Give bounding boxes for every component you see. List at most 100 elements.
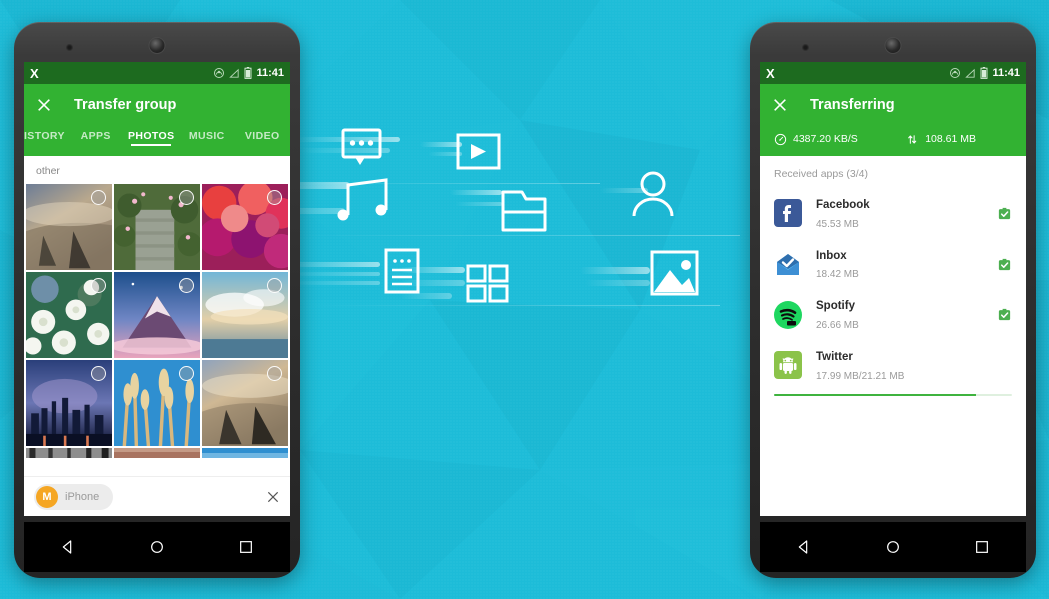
folder-icon [450,190,547,232]
inbox-icon [774,250,802,278]
app-row[interactable]: Facebook 45.53 MB [760,188,1026,239]
photo-thumb[interactable] [202,184,288,270]
app-size: 26.66 MB [816,320,859,332]
clock: 11:41 [256,67,284,79]
photo-thumb[interactable] [26,448,112,458]
photo-thumb[interactable] [202,360,288,446]
close-icon[interactable] [772,97,788,113]
proximity-sensor-icon [66,44,73,51]
clock: 11:41 [992,67,1020,79]
received-apps-label: Received apps (3/4) [774,168,868,180]
facebook-icon [774,199,802,228]
home-icon[interactable] [149,539,165,555]
photo-select-circle[interactable] [179,366,194,381]
app-size: 18.42 MB [816,269,859,281]
battery-icon [980,67,988,79]
photo-thumb[interactable] [114,360,200,446]
transfer-stats: 4387.20 KB/S 108.61 MB [760,126,1026,156]
music-note-icon [300,178,388,221]
received-apps-list: Facebook 45.53 MB Inbox 18.42 MB Spotify… [760,188,1026,397]
recents-icon[interactable] [974,539,990,555]
video-play-icon [420,133,501,170]
right-screen: X 11:41 Transferring 4387.20 KB/S 108.61… [760,62,1026,516]
transfer-size: 108.61 MB [906,133,1012,146]
photo-select-circle[interactable] [267,366,282,381]
speed-value: 4387.20 KB/S [793,133,858,145]
back-icon[interactable] [60,539,76,555]
photo-thumb[interactable] [114,448,200,458]
close-icon[interactable] [266,490,280,504]
tab-bar: HISTORY APPS PHOTOS MUSIC VIDEO [24,126,290,156]
android-placeholder-icon [774,351,802,380]
page-title: Transfer group [74,97,177,113]
device-name: iPhone [65,490,100,503]
speedometer-icon [774,133,787,145]
left-appbar: Transfer group HISTORY APPS PHOTOS MUSIC… [24,84,290,156]
phone-right: X 11:41 Transferring 4387.20 KB/S 108.61… [750,22,1036,578]
home-icon[interactable] [885,539,901,555]
photo-thumb[interactable] [26,272,112,358]
transfer-speed: 4387.20 KB/S [774,133,906,146]
phone-left: X 11:41 Transfer group ISTORY APPS PHOTO… [14,22,300,578]
photo-select-circle[interactable] [267,190,282,205]
right-navbar [760,522,1026,572]
photo-thumb[interactable] [26,184,112,270]
app-row[interactable]: Twitter 17.99 MB/21.21 MB [760,340,1026,391]
photo-thumb[interactable] [202,272,288,358]
tab-music[interactable]: MUSIC [179,126,235,142]
proximity-sensor-icon [802,44,809,51]
recents-icon[interactable] [238,539,254,555]
photo-select-circle[interactable] [267,278,282,293]
avatar: M [36,485,58,508]
left-screen: X 11:41 Transfer group ISTORY APPS PHOTO… [24,62,290,516]
person-icon [600,171,674,217]
photo-select-circle[interactable] [179,190,194,205]
app-size: 17.99 MB/21.21 MB [816,370,905,382]
app-row[interactable]: Spotify 26.66 MB [760,289,1026,340]
tab-history[interactable]: HISTORY [24,126,68,142]
headset-icon [950,68,961,78]
close-icon[interactable] [36,97,52,113]
section-label: other [24,156,290,184]
tab-apps[interactable]: APPS [68,126,124,142]
photo-select-circle[interactable] [179,278,194,293]
photo-thumb[interactable] [26,360,112,446]
app-logo: X [30,65,39,81]
tab-photos[interactable]: PHOTOS [124,126,180,146]
tab-video[interactable]: VIDEO [235,126,291,142]
app-grid-icon [400,264,509,303]
right-statusbar: X 11:41 [760,62,1026,84]
photo-grid [24,184,290,446]
chat-bubble-icon [300,128,400,165]
device-chip[interactable]: M iPhone [34,483,114,510]
transfer-progress-wrapper [760,391,1026,397]
signal-icon [965,68,976,78]
app-size: 45.53 MB [816,218,859,230]
photo-grid-partial-row [24,446,290,458]
check-badge-icon [998,258,1011,270]
check-badge-icon [998,207,1011,219]
photo-select-circle[interactable] [91,190,106,205]
photo-thumb[interactable] [114,184,200,270]
image-icon [580,250,699,296]
app-name: Inbox [816,249,847,262]
app-row[interactable]: Inbox 18.42 MB [760,239,1026,290]
progress-track [774,393,1012,397]
page-title: Transferring [810,97,895,113]
photo-thumb[interactable] [202,448,288,458]
headset-icon [214,68,225,78]
check-badge-icon [998,309,1011,321]
photo-select-circle[interactable] [91,366,106,381]
app-name: Facebook [816,199,870,211]
photo-thumb[interactable] [114,272,200,358]
app-name: Twitter [816,351,853,364]
photo-select-circle[interactable] [91,278,106,293]
back-icon[interactable] [796,539,812,555]
app-name: Spotify [816,300,855,313]
progress-fill [774,393,977,397]
selected-device-bar: M iPhone [24,476,290,516]
spotify-icon [774,300,802,329]
front-camera-icon [885,38,901,53]
transfer-illustration [300,120,740,320]
battery-icon [244,67,252,79]
